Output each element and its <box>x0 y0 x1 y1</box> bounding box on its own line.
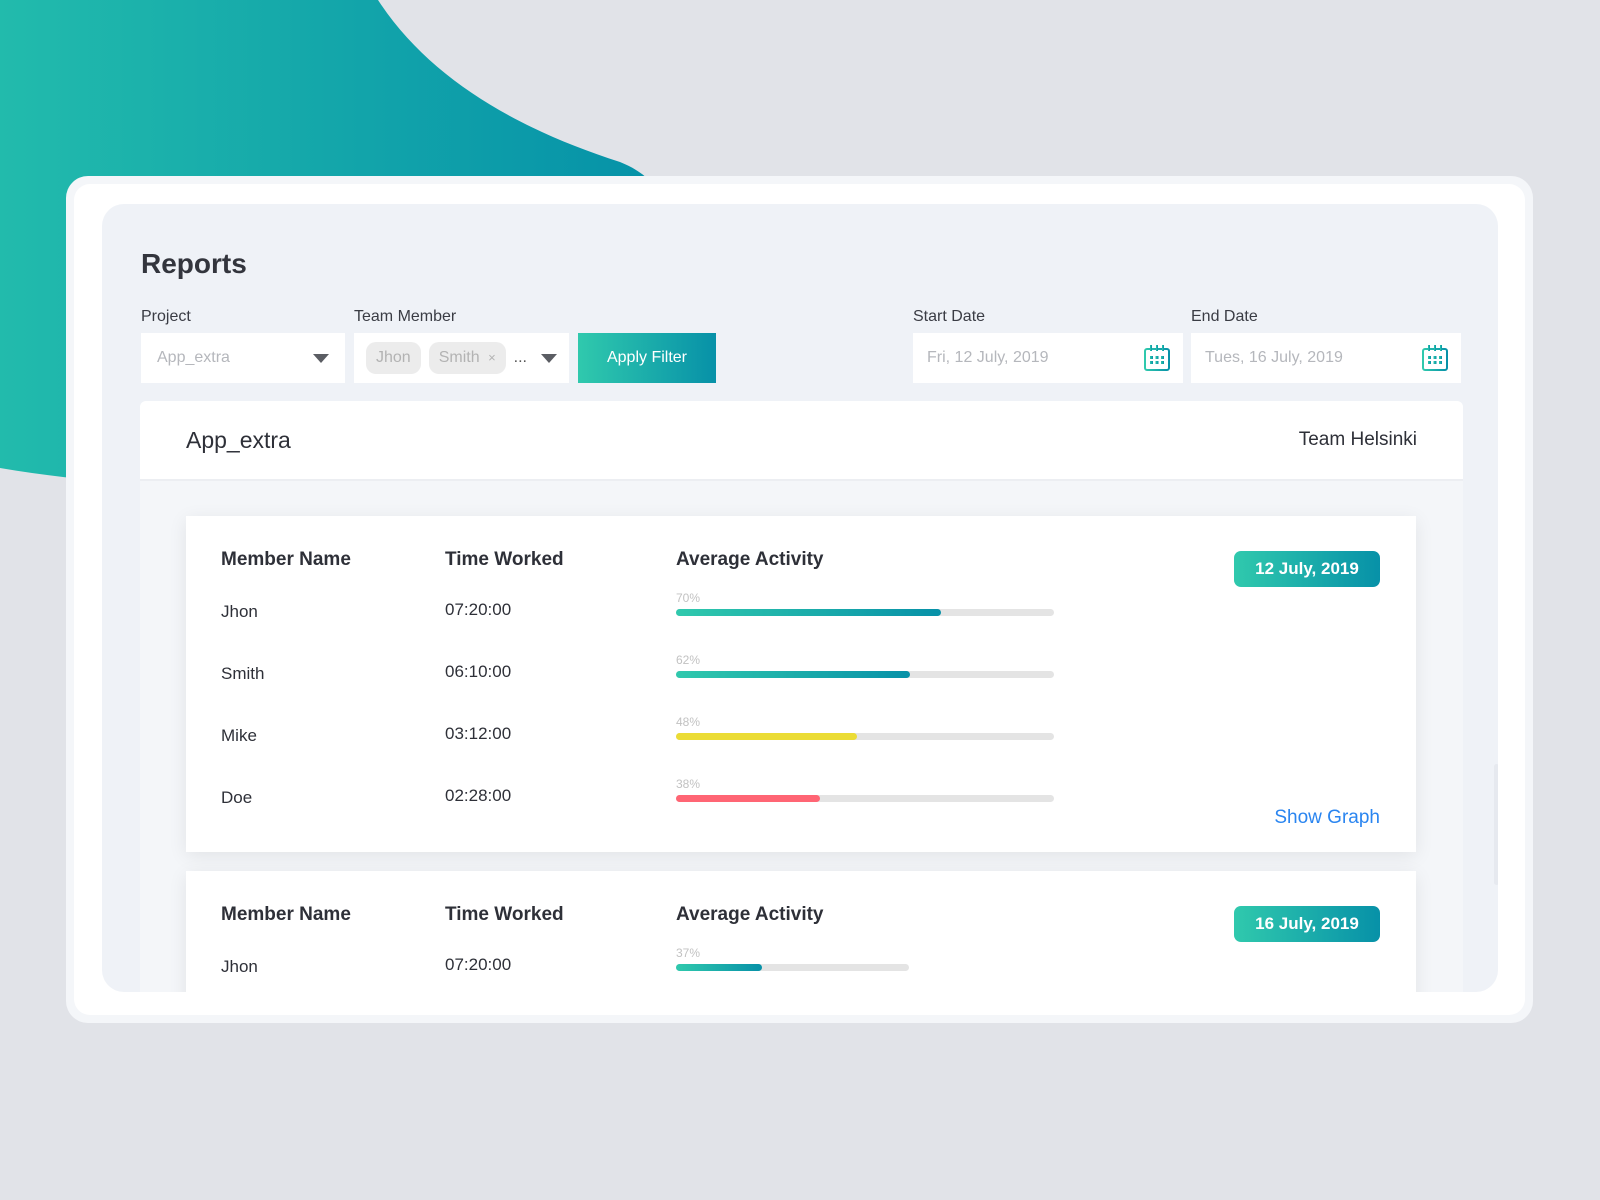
project-label: Project <box>141 308 191 325</box>
chevron-down-icon <box>541 353 557 363</box>
more-indicator: ... <box>513 349 527 366</box>
member-name: Smith <box>221 664 265 683</box>
start-date-label: Start Date <box>913 308 986 325</box>
column-header: Member Name <box>221 904 351 925</box>
team-member-label: Team Member <box>354 308 457 325</box>
activity-bar <box>676 671 1054 678</box>
report-day-card: Member Name Time Worked Average Activity 12… <box>186 516 1416 852</box>
member-name: Jhon <box>221 957 258 976</box>
report-team-name: Team Helsinki <box>1298 429 1417 450</box>
activity-bar-fill <box>676 964 763 971</box>
end-date-input[interactable]: Tues, 16 July, 2019 <box>1191 333 1461 383</box>
column-header: Average Activity <box>676 549 824 570</box>
column-header: Member Name <box>221 549 351 570</box>
activity-bar-fill <box>676 733 858 740</box>
time-worked: 07:20:00 <box>445 955 512 974</box>
end-date-value: Tues, 16 July, 2019 <box>1205 349 1343 366</box>
activity-bar <box>676 733 1054 740</box>
team-member-select[interactable]: Jhon Smith × ... <box>354 333 569 383</box>
calendar-icon[interactable] <box>1143 344 1171 372</box>
member-name: Doe <box>221 788 253 807</box>
activity-bar-fill <box>676 609 941 616</box>
report-day-card: Member Name Time Worked Average Activity 16… <box>186 871 1416 992</box>
time-worked: 06:10:00 <box>445 662 512 681</box>
scrollbar[interactable] <box>1494 764 1498 885</box>
calendar-icon[interactable] <box>1421 344 1449 372</box>
chip-smith[interactable]: Smith × <box>428 342 506 374</box>
report-container: App_extra Team Helsinki Member Name Time … <box>140 401 1498 992</box>
date-badge: 16 July, 2019 <box>1234 906 1380 942</box>
apply-filter-button[interactable]: Apply Filter <box>578 333 716 383</box>
member-name: Jhon <box>221 602 258 621</box>
activity-bar <box>676 964 909 971</box>
chip-jhon[interactable]: Jhon <box>366 342 421 374</box>
time-worked: 02:28:00 <box>445 786 512 805</box>
project-value: App_extra <box>157 349 230 366</box>
member-name: Mike <box>221 726 257 745</box>
time-worked: 07:20:00 <box>445 600 512 619</box>
activity-percent: 37% <box>676 946 701 960</box>
start-date-input[interactable]: Fri, 12 July, 2019 <box>913 333 1183 383</box>
report-header: App_extra Team Helsinki <box>140 401 1463 481</box>
chevron-down-icon <box>313 353 329 363</box>
reports-panel: Reports Project App_extra Team Member Jh… <box>102 204 1498 992</box>
end-date-label: End Date <box>1191 308 1258 325</box>
activity-percent: 62% <box>676 653 701 667</box>
column-header: Time Worked <box>445 549 564 570</box>
date-badge: 12 July, 2019 <box>1234 551 1380 587</box>
activity-bar <box>676 609 1054 616</box>
activity-bar-fill <box>676 671 911 678</box>
close-icon[interactable]: × <box>488 350 496 365</box>
column-header: Time Worked <box>445 904 564 925</box>
activity-percent: 70% <box>676 591 701 605</box>
project-select[interactable]: App_extra <box>141 333 345 383</box>
column-header: Average Activity <box>676 904 824 925</box>
report-project-name: App_extra <box>186 426 291 453</box>
activity-bar <box>676 795 1054 802</box>
activity-percent: 48% <box>676 715 701 729</box>
activity-bar-fill <box>676 795 820 802</box>
start-date-value: Fri, 12 July, 2019 <box>927 349 1049 366</box>
time-worked: 03:12:00 <box>445 724 512 743</box>
chip-label: Smith <box>438 349 480 366</box>
show-graph-link[interactable]: Show Graph <box>1274 807 1380 829</box>
activity-percent: 38% <box>676 777 701 791</box>
page-title: Reports <box>141 248 247 279</box>
